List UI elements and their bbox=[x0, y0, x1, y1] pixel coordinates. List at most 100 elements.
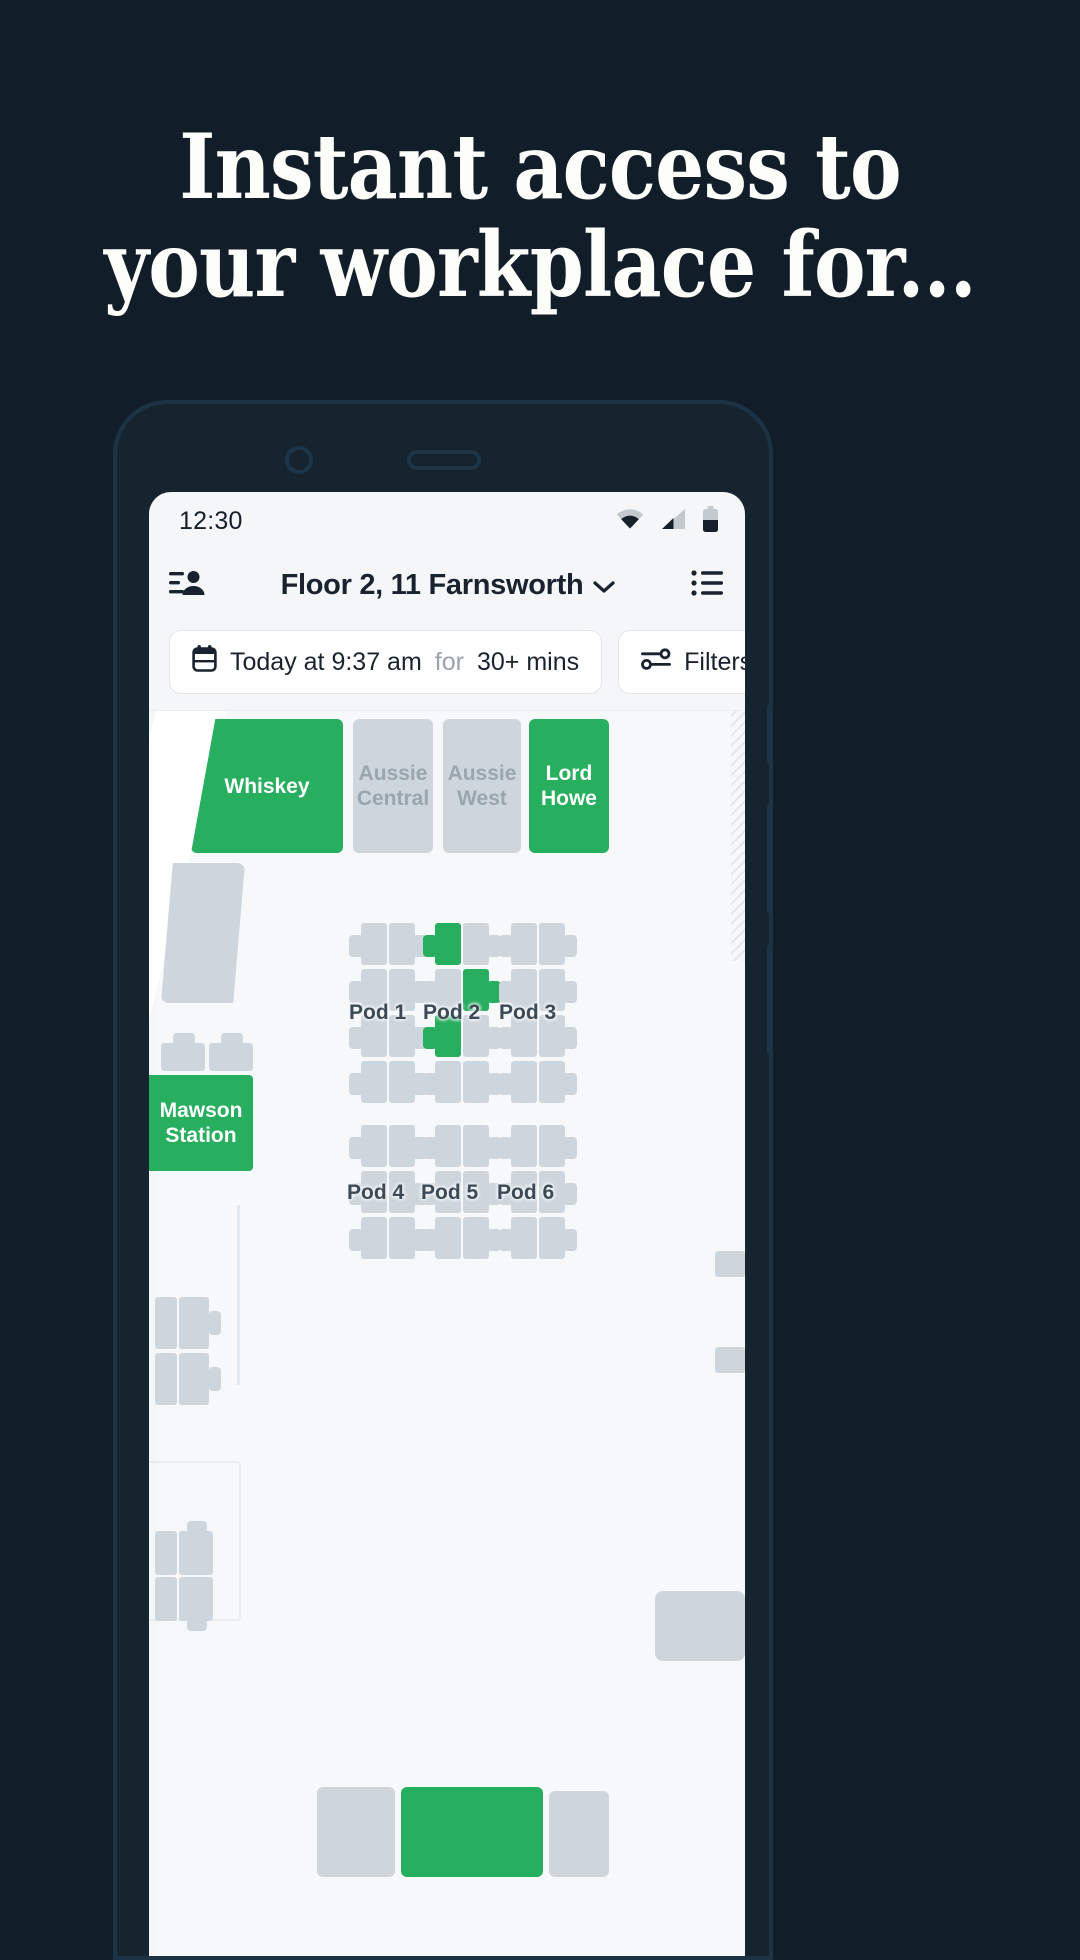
desk[interactable] bbox=[389, 1217, 415, 1259]
desk[interactable] bbox=[435, 1061, 461, 1103]
mawson-desk-1[interactable] bbox=[161, 1043, 205, 1071]
chevron-down-icon bbox=[593, 569, 616, 602]
desk-chair bbox=[563, 981, 577, 1003]
room-lord-howe[interactable]: Lord Howe bbox=[529, 719, 609, 853]
status-bar-time: 12:30 bbox=[179, 506, 243, 535]
filters-button[interactable]: Filters bbox=[618, 630, 745, 694]
room-mawson-station[interactable]: Mawson Station bbox=[149, 1075, 253, 1171]
desk[interactable] bbox=[539, 923, 565, 965]
pod-2-label: Pod 2 bbox=[423, 1001, 481, 1024]
floor-shape-grey bbox=[161, 863, 245, 1003]
room-aussie-central-label: Aussie Central bbox=[356, 762, 430, 810]
desk[interactable] bbox=[179, 1531, 213, 1575]
bottom-right-blob bbox=[655, 1591, 745, 1661]
desk-chair bbox=[499, 1229, 513, 1251]
desk-chair bbox=[563, 1027, 577, 1049]
room-lord-howe-label: Lord Howe bbox=[540, 762, 597, 810]
interior-wall-1 bbox=[237, 1205, 240, 1385]
desk[interactable] bbox=[155, 1353, 177, 1405]
room-aussie-west-label: Aussie West bbox=[447, 762, 517, 810]
desk[interactable] bbox=[389, 923, 415, 965]
desk-chair bbox=[349, 935, 363, 957]
desk[interactable] bbox=[463, 1217, 489, 1259]
desk[interactable] bbox=[511, 1061, 537, 1103]
datetime-for-text: for bbox=[434, 647, 464, 676]
pod-1-label: Pod 1 bbox=[349, 1001, 407, 1024]
bottom-room-1[interactable] bbox=[317, 1787, 395, 1877]
desk[interactable] bbox=[539, 1061, 565, 1103]
headline-line-2: your workplace for... bbox=[104, 212, 976, 318]
desk-available[interactable] bbox=[435, 923, 461, 965]
sliders-icon bbox=[641, 646, 672, 679]
mawson-desk-2[interactable] bbox=[209, 1043, 253, 1071]
status-bar: 12:30 bbox=[149, 492, 745, 550]
desk-chair bbox=[209, 1367, 221, 1391]
mawson-desk-1-chair bbox=[173, 1033, 195, 1045]
list-view-icon[interactable] bbox=[691, 569, 723, 602]
desk[interactable] bbox=[435, 1125, 461, 1167]
phone-screen: 12:30 Floor 2, 11 Farnsworth Today at 9:… bbox=[149, 492, 745, 1956]
room-aussie-west[interactable]: Aussie West bbox=[443, 719, 521, 853]
datetime-filter-chip[interactable]: Today at 9:37 am for 30+ mins bbox=[169, 630, 603, 694]
desk[interactable] bbox=[539, 1217, 565, 1259]
desk-chair bbox=[423, 1073, 437, 1095]
page-headline: Instant access to your workplace for... bbox=[76, 118, 1005, 314]
desk-chair bbox=[349, 1229, 363, 1251]
pod-5-label: Pod 5 bbox=[421, 1181, 479, 1204]
desk-chair bbox=[499, 935, 513, 957]
right-edge-desk-1[interactable] bbox=[715, 1251, 745, 1277]
phone-mockup: 12:30 Floor 2, 11 Farnsworth Today at 9:… bbox=[113, 400, 773, 1960]
desk[interactable] bbox=[511, 1125, 537, 1167]
desk[interactable] bbox=[155, 1531, 177, 1575]
desk-chair bbox=[187, 1619, 207, 1631]
desk-chair bbox=[423, 1229, 437, 1251]
pod-6-label: Pod 6 bbox=[497, 1181, 555, 1204]
datetime-duration-text: 30+ mins bbox=[476, 647, 580, 676]
bottom-room-2[interactable] bbox=[401, 1787, 543, 1877]
desk-chair bbox=[209, 1311, 221, 1335]
desk[interactable] bbox=[361, 1125, 387, 1167]
bottom-room-3[interactable] bbox=[549, 1791, 609, 1877]
room-whiskey[interactable]: Whiskey bbox=[191, 719, 343, 853]
floor-selector[interactable]: Floor 2, 11 Farnsworth bbox=[281, 569, 616, 602]
floor-map[interactable]: Whiskey Aussie Central Aussie West Lord … bbox=[149, 710, 745, 1956]
desk[interactable] bbox=[155, 1577, 177, 1621]
desk[interactable] bbox=[179, 1577, 213, 1621]
desk[interactable] bbox=[511, 923, 537, 965]
mawson-desk-2-chair bbox=[221, 1033, 243, 1045]
desk[interactable] bbox=[389, 1061, 415, 1103]
pod-4-label: Pod 4 bbox=[347, 1181, 405, 1204]
phone-button-mute bbox=[767, 704, 769, 764]
desk[interactable] bbox=[361, 1061, 387, 1103]
desk[interactable] bbox=[389, 1125, 415, 1167]
desk[interactable] bbox=[155, 1297, 177, 1349]
desk[interactable] bbox=[511, 1217, 537, 1259]
desk[interactable] bbox=[463, 923, 489, 965]
earpiece-speaker-icon bbox=[407, 450, 481, 470]
desk-chair bbox=[349, 1137, 363, 1159]
desk[interactable] bbox=[539, 1125, 565, 1167]
people-list-icon[interactable] bbox=[169, 568, 205, 603]
desk[interactable] bbox=[361, 923, 387, 965]
desk-chair bbox=[563, 1137, 577, 1159]
room-aussie-central[interactable]: Aussie Central bbox=[353, 719, 433, 853]
desk[interactable] bbox=[179, 1297, 209, 1349]
desk-chair bbox=[423, 1137, 437, 1159]
desk[interactable] bbox=[463, 1125, 489, 1167]
desk-chair bbox=[563, 935, 577, 957]
desk[interactable] bbox=[179, 1353, 209, 1405]
desk-chair bbox=[349, 1073, 363, 1095]
desk-chair bbox=[187, 1521, 207, 1533]
desk-chair bbox=[349, 1027, 363, 1049]
desk-chair bbox=[563, 1229, 577, 1251]
desk[interactable] bbox=[435, 1217, 461, 1259]
pod-3-label: Pod 3 bbox=[499, 1001, 557, 1024]
desk[interactable] bbox=[463, 1061, 489, 1103]
datetime-primary-text: Today at 9:37 am bbox=[230, 647, 422, 676]
wifi-icon bbox=[616, 508, 644, 535]
floor-plate bbox=[157, 711, 745, 1956]
desk[interactable] bbox=[361, 1217, 387, 1259]
right-edge-desk-2[interactable] bbox=[715, 1347, 745, 1373]
hatched-wall-edge bbox=[731, 711, 745, 961]
desk-chair bbox=[423, 1027, 437, 1049]
